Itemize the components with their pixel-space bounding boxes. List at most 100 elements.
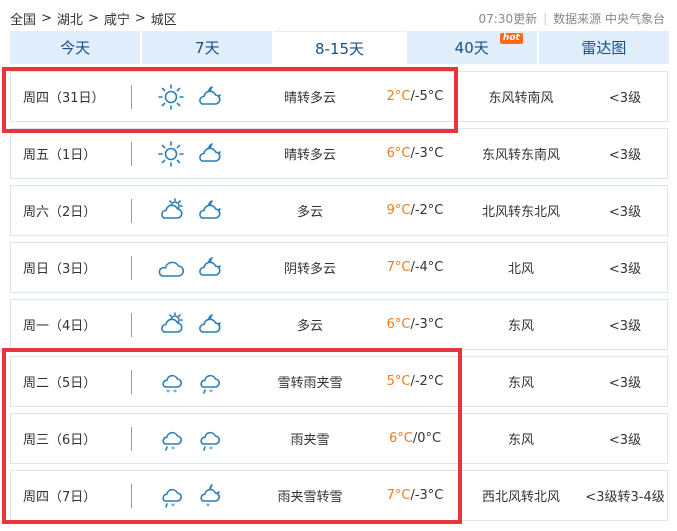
forecast-row[interactable]: 周四（31日） 晴转多云 2°C/-5°C 东风转南风 <3级 bbox=[10, 71, 668, 122]
wind-direction: 东风 bbox=[507, 376, 534, 391]
weather-icons bbox=[157, 300, 229, 349]
high-temperature: 7°C bbox=[386, 488, 411, 503]
wind-direction: 东风 bbox=[507, 319, 534, 334]
high-temperature: 9°C bbox=[386, 203, 411, 218]
breadcrumb-item-city[interactable]: 咸宁 bbox=[104, 9, 130, 28]
forecast-day: 周日（3日） bbox=[23, 262, 97, 277]
low-temperature: /-2°C bbox=[410, 203, 444, 218]
svg-text:*: * bbox=[171, 502, 175, 510]
forecast-row[interactable]: 周一（4日） 多云 6°C/-3°C 东风 <3级 bbox=[10, 299, 668, 350]
sun-icon bbox=[157, 83, 185, 111]
divider bbox=[131, 85, 132, 109]
high-temperature: 6°C bbox=[388, 431, 413, 446]
svg-text:*: * bbox=[173, 388, 177, 396]
update-info: 07:30更新 | 数据来源 中央气象台 bbox=[479, 8, 665, 28]
tab-label: 8-15天 bbox=[314, 39, 365, 58]
wind-direction: 北风转东北风 bbox=[481, 205, 560, 220]
temperature: 5°C/-2°C bbox=[369, 357, 461, 406]
cloud-night-icon bbox=[195, 254, 223, 282]
tab-label: 雷达图 bbox=[581, 39, 627, 57]
svg-text:*: * bbox=[209, 445, 213, 453]
temperature: 2°C/-5°C bbox=[369, 72, 461, 121]
forecast-row[interactable]: 周二（5日） * * * 雪转雨夹雪 5°C/-2°C 东风 <3级 bbox=[10, 356, 668, 407]
forecast-day: 周六（2日） bbox=[23, 205, 97, 220]
breadcrumb: 全国 > 湖北 > 咸宁 > 城区 bbox=[10, 8, 177, 28]
tab-8-15-days[interactable]: 8-15天 bbox=[274, 31, 405, 64]
weather-icons bbox=[157, 186, 229, 235]
sleet-cloud-icon: * bbox=[195, 425, 223, 453]
low-temperature: /-2°C bbox=[410, 374, 444, 389]
low-temperature: /-3°C bbox=[410, 146, 444, 161]
temperature: 9°C/-2°C bbox=[369, 186, 461, 235]
weather-condition: 雪转雨夹雪 bbox=[277, 376, 343, 391]
wind-level: <3级 bbox=[608, 148, 642, 163]
wind-level: <3级 bbox=[608, 91, 642, 106]
cloud-night-icon bbox=[195, 83, 223, 111]
forecast-day: 周一（4日） bbox=[23, 319, 97, 334]
temperature: 7°C/-3°C bbox=[369, 471, 461, 520]
hot-badge: hot bbox=[499, 33, 523, 44]
wind-direction: 东风 bbox=[507, 433, 534, 448]
weather-icons bbox=[157, 72, 229, 121]
update-time: 07:30更新 bbox=[478, 11, 538, 26]
forecast-day: 周二（5日） bbox=[23, 376, 97, 391]
high-temperature: 5°C bbox=[386, 374, 411, 389]
high-temperature: 2°C bbox=[386, 89, 411, 104]
svg-text:*: * bbox=[166, 388, 170, 396]
forecast-row[interactable]: 周日（3日） 阴转多云 7°C/-4°C 北风 <3级 bbox=[10, 242, 668, 293]
forecast-row[interactable]: 周五（1日） 晴转多云 6°C/-3°C 东风转东南风 <3级 bbox=[10, 128, 668, 179]
tab-7-days[interactable]: 7天 bbox=[142, 31, 273, 64]
weather-condition: 多云 bbox=[296, 205, 323, 220]
forecast-day: 周三（6日） bbox=[23, 433, 97, 448]
divider: | bbox=[543, 11, 548, 25]
tab-label: 今天 bbox=[60, 39, 91, 57]
svg-text:*: * bbox=[206, 502, 210, 510]
breadcrumb-item-country[interactable]: 全国 bbox=[10, 9, 36, 28]
weather-icons: * * bbox=[157, 471, 229, 520]
high-temperature: 7°C bbox=[386, 260, 411, 275]
divider bbox=[131, 142, 132, 166]
high-temperature: 6°C bbox=[386, 146, 411, 161]
weather-icons: * * * bbox=[157, 357, 229, 406]
partly-cloudy-icon bbox=[157, 311, 185, 339]
weather-icons bbox=[157, 129, 229, 178]
sleet-cloud-icon: * bbox=[157, 425, 185, 453]
wind-level: <3级 bbox=[608, 319, 642, 334]
breadcrumb-separator: > bbox=[134, 10, 146, 26]
weather-condition: 多云 bbox=[296, 319, 323, 334]
wind-level: <3级 bbox=[608, 376, 642, 391]
divider bbox=[131, 484, 132, 508]
breadcrumb-separator: > bbox=[87, 10, 99, 26]
sleet-cloud-icon: * bbox=[195, 368, 223, 396]
cloud-night-icon bbox=[195, 140, 223, 168]
weather-condition: 晴转多云 bbox=[283, 91, 336, 106]
tab-today[interactable]: 今天 bbox=[10, 31, 141, 64]
weather-condition: 晴转多云 bbox=[283, 148, 336, 163]
temperature: 6°C/0°C bbox=[369, 414, 461, 463]
breadcrumb-item-province[interactable]: 湖北 bbox=[57, 9, 83, 28]
sun-icon bbox=[157, 140, 185, 168]
temperature: 6°C/-3°C bbox=[369, 129, 461, 178]
low-temperature: /0°C bbox=[412, 431, 442, 446]
wind-direction: 西北风转北风 bbox=[481, 490, 560, 505]
low-temperature: /-5°C bbox=[410, 89, 444, 104]
tab-40-days[interactable]: 40天 hot bbox=[406, 31, 537, 64]
forecast-row[interactable]: 周三（6日） * * 雨夹雪 6°C/0°C 东风 <3级 bbox=[10, 413, 668, 464]
weather-icons: * * bbox=[157, 414, 229, 463]
divider bbox=[131, 256, 132, 280]
partly-cloudy-icon bbox=[157, 197, 185, 225]
forecast-row[interactable]: 周四（7日） * * 雨夹雪转雪 7°C/-3°C 西北风转北风 <3级转3-4… bbox=[10, 470, 668, 521]
forecast-row[interactable]: 周六（2日） 多云 9°C/-2°C 北风转东北风 <3级 bbox=[10, 185, 668, 236]
divider bbox=[131, 427, 132, 451]
tab-label: 40天 bbox=[454, 39, 489, 57]
wind-level: <3级 bbox=[608, 433, 642, 448]
temperature: 7°C/-4°C bbox=[369, 243, 461, 292]
data-source: 数据来源 中央气象台 bbox=[553, 11, 665, 26]
weather-condition: 阴转多云 bbox=[283, 262, 336, 277]
breadcrumb-item-district: 城区 bbox=[150, 12, 177, 28]
breadcrumb-separator: > bbox=[41, 10, 52, 26]
cloud-night-icon bbox=[195, 311, 223, 339]
wind-level: <3级转3-4级 bbox=[585, 490, 665, 505]
tab-radar[interactable]: 雷达图 bbox=[538, 31, 670, 64]
high-temperature: 6°C bbox=[386, 317, 411, 332]
